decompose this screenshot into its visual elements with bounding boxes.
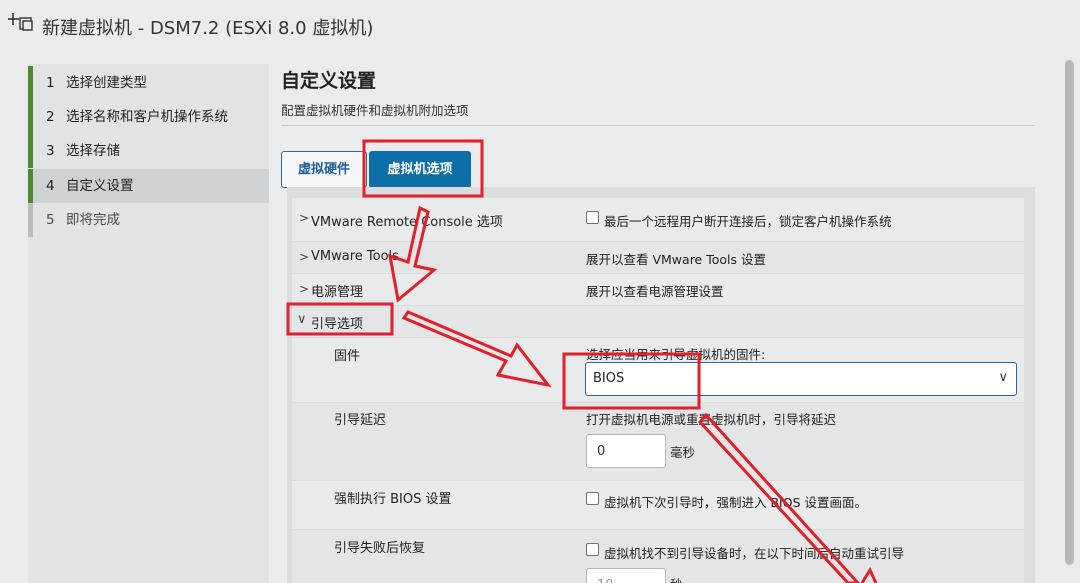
chevron-right-icon: > (299, 250, 310, 264)
select-value: BIOS (593, 371, 625, 386)
step-status-bar (28, 203, 33, 237)
step-ready-to-complete[interactable]: 5 即将完成 (28, 203, 269, 237)
retry-delay-input[interactable]: 10 (586, 568, 666, 583)
chevron-right-icon: > (299, 282, 310, 296)
chevron-right-icon: > (299, 211, 310, 225)
option-label: 固件 (334, 349, 361, 364)
boot-recovery-value: 虚拟机找不到引导设备时，在以下时间后自动重试引导 10 秒 (578, 530, 1024, 583)
power-management-value: 展开以查看电源管理设置 (578, 274, 1024, 305)
boot-options-value (578, 306, 1024, 337)
chevron-down-icon: ∨ (998, 370, 1008, 385)
step-status-bar (28, 100, 33, 134)
new-vm-icon (8, 13, 33, 31)
power-management-row[interactable]: > 电源管理 (292, 274, 578, 305)
wizard-steps: 1 选择创建类型 2 选择名称和客户机操作系统 3 选择存储 4 自定义设置 5 即将完成 (28, 64, 269, 583)
option-label: 强制执行 BIOS 设置 (334, 492, 452, 507)
option-label: 电源管理 (311, 285, 364, 300)
boot-delay-value: 打开虚拟机电源或重置虚拟机时，引导将延迟 0 毫秒 (578, 403, 1024, 480)
option-label: 引导失败后恢复 (334, 541, 426, 556)
step-select-name-os[interactable]: 2 选择名称和客户机操作系统 (28, 100, 269, 134)
checkbox-label: 最后一个远程用户断开连接后，锁定客户机操作系统 (604, 214, 892, 229)
boot-options-row[interactable]: ∨ 引导选项 (292, 306, 578, 337)
unit-label: 秒 (670, 574, 683, 583)
unit-label: 毫秒 (670, 445, 696, 460)
option-label: VMware Remote Console 选项 (311, 215, 503, 230)
step-status-bar (28, 66, 33, 100)
lock-guest-checkbox[interactable] (586, 211, 599, 224)
force-bios-value: 虚拟机下次引导时，强制进入 BIOS 设置画面。 (578, 481, 1024, 529)
step-select-storage[interactable]: 3 选择存储 (28, 134, 269, 168)
option-label: VMware Tools (311, 249, 399, 264)
force-bios-row: 强制执行 BIOS 设置 (292, 481, 578, 529)
tab-virtual-hardware[interactable]: 虚拟硬件 (281, 151, 367, 188)
page-title: 自定义设置 (281, 70, 377, 92)
vertical-scrollbar[interactable] (1065, 60, 1074, 565)
checkbox-label: 虚拟机下次引导时，强制进入 BIOS 设置画面。 (604, 495, 867, 510)
remote-console-row[interactable]: > VMware Remote Console 选项 (292, 198, 578, 241)
step-label: 即将完成 (66, 212, 120, 228)
step-label: 选择创建类型 (66, 75, 147, 91)
step-status-bar (28, 134, 33, 168)
option-label: 引导选项 (311, 317, 364, 332)
step-label: 选择名称和客户机操作系统 (66, 109, 228, 125)
boot-delay-row: 引导延迟 (292, 403, 578, 480)
step-select-creation-type[interactable]: 1 选择创建类型 (28, 66, 269, 100)
firmware-row: 固件 (292, 338, 578, 402)
option-label: 引导延迟 (334, 413, 387, 428)
vmware-tools-value: 展开以查看 VMware Tools 设置 (578, 242, 1024, 273)
option-value: 展开以查看电源管理设置 (586, 284, 724, 299)
step-customize-settings[interactable]: 4 自定义设置 (28, 169, 269, 203)
step-label: 选择存储 (66, 143, 120, 159)
option-value: 展开以查看 VMware Tools 设置 (586, 252, 766, 267)
title-bar: 新建虚拟机 - DSM7.2 (ESXi 8.0 虚拟机) (0, 0, 1080, 52)
tab-vm-options[interactable]: 虚拟机选项 (369, 151, 471, 188)
step-status-bar (28, 169, 33, 203)
step-label: 自定义设置 (66, 178, 134, 194)
divider (281, 125, 1035, 126)
boot-delay-input[interactable]: 0 (586, 434, 666, 468)
window-title: 新建虚拟机 - DSM7.2 (ESXi 8.0 虚拟机) (42, 18, 374, 39)
firmware-hint: 选择应当用来引导虚拟机的固件: (586, 347, 766, 362)
checkbox-label: 虚拟机找不到引导设备时，在以下时间后自动重试引导 (604, 546, 905, 561)
firmware-select[interactable]: BIOS ∨ (585, 362, 1017, 396)
page-subtitle: 配置虚拟机硬件和虚拟机附加选项 (281, 103, 469, 118)
force-bios-checkbox[interactable] (586, 492, 599, 505)
remote-console-value: 最后一个远程用户断开连接后，锁定客户机操作系统 (578, 198, 1024, 241)
boot-delay-hint: 打开虚拟机电源或重置虚拟机时，引导将延迟 (586, 412, 837, 427)
vmware-tools-row[interactable]: > VMware Tools (292, 242, 578, 273)
retry-boot-checkbox[interactable] (586, 543, 599, 556)
chevron-down-icon: ∨ (297, 312, 307, 327)
boot-recovery-row: 引导失败后恢复 (292, 530, 578, 583)
